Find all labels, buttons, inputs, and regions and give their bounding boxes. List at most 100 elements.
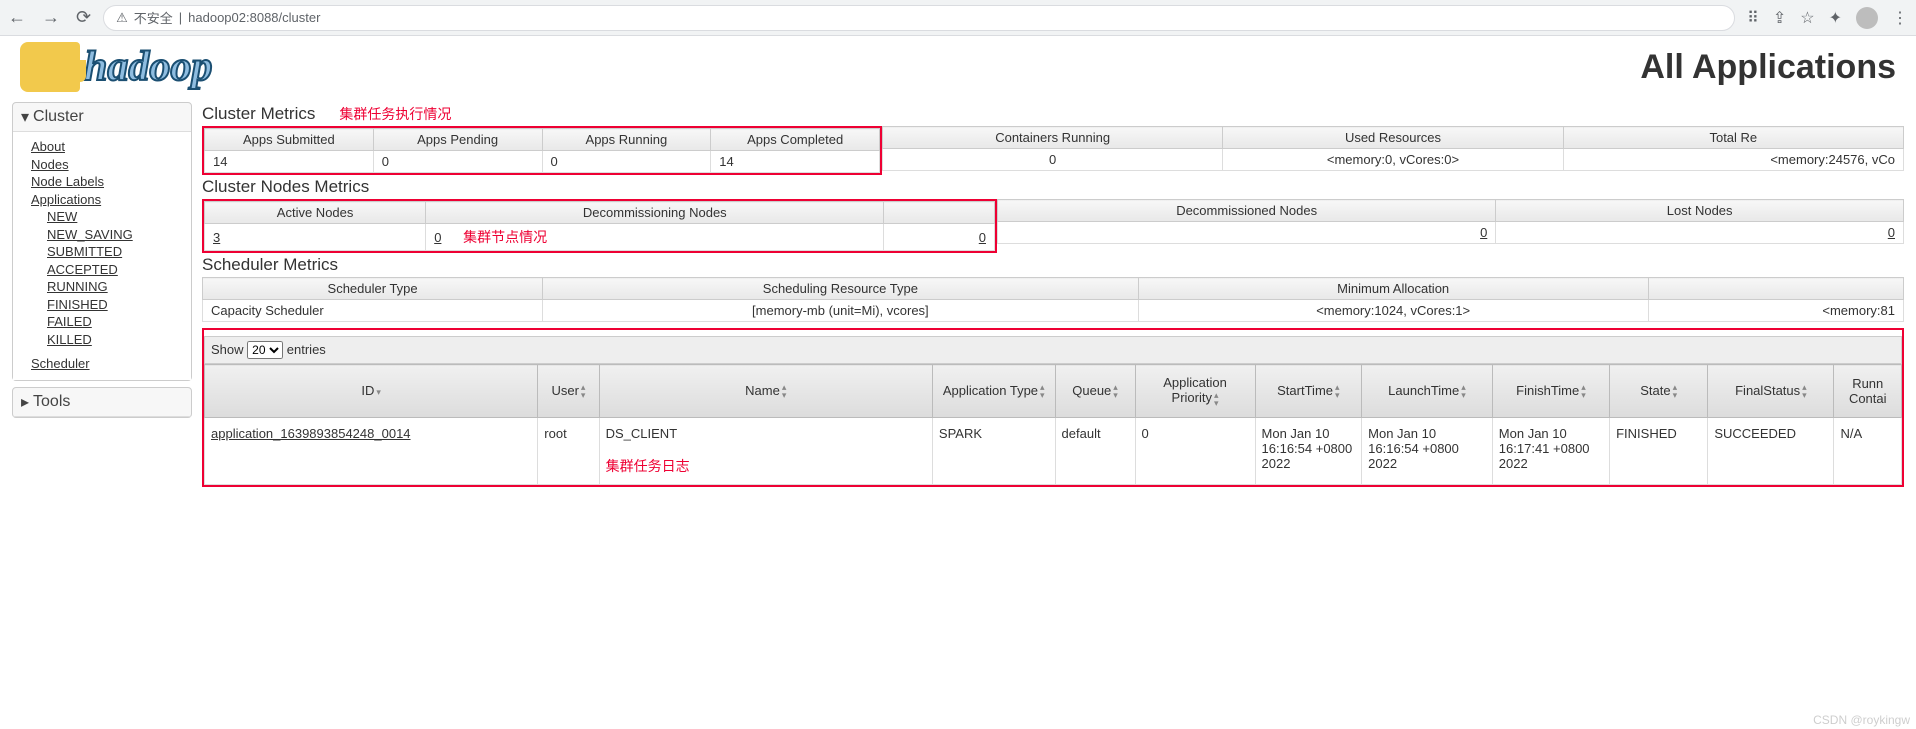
td-scheduler-type: Capacity Scheduler <box>203 300 543 322</box>
collapse-icon: ▾ <box>21 107 29 127</box>
td-finish: Mon Jan 10 16:17:41 +0800 2022 <box>1492 417 1609 484</box>
menu-icon[interactable]: ⋮ <box>1892 8 1908 28</box>
url-text: hadoop02:8088/cluster <box>188 10 320 25</box>
th-running-containers[interactable]: Runn Contai <box>1834 365 1902 418</box>
td-state: FINISHED <box>1610 417 1708 484</box>
th-apps-completed: Apps Completed <box>711 129 880 151</box>
th-decommissioned-nodes: Decommissioned Nodes <box>998 200 1496 222</box>
sidebar-about[interactable]: About <box>31 138 181 156</box>
page-title: All Applications <box>1640 48 1896 87</box>
td-queue: default <box>1055 417 1135 484</box>
th-min-alloc: Minimum Allocation <box>1138 278 1648 300</box>
td-resource-type: [memory-mb (unit=Mi), vcores] <box>543 300 1138 322</box>
sidebar-applications[interactable]: Applications <box>31 191 181 209</box>
translate-icon[interactable]: ⠿ <box>1747 8 1759 28</box>
td-max-alloc: <memory:81 <box>1648 300 1903 322</box>
application-id-link[interactable]: application_1639893854248_0014 <box>211 426 411 441</box>
main-content: Cluster Metrics 集群任务执行情况 Apps Submitted … <box>202 102 1904 487</box>
sidebar-node-labels[interactable]: Node Labels <box>31 173 181 191</box>
bookmark-icon[interactable]: ☆ <box>1800 8 1814 28</box>
forward-button[interactable]: → <box>42 7 60 28</box>
td-running-containers: N/A <box>1834 417 1902 484</box>
expand-icon: ▸ <box>21 392 29 412</box>
sidebar-scheduler[interactable]: Scheduler <box>31 355 181 373</box>
active-nodes-link[interactable]: 3 <box>213 230 220 245</box>
th-apps-running: Apps Running <box>542 129 711 151</box>
sidebar-state-new-saving[interactable]: NEW_SAVING <box>47 226 181 244</box>
decommissioned-link[interactable]: 0 <box>1480 225 1487 240</box>
sidebar-state-new[interactable]: NEW <box>47 208 181 226</box>
entries-select[interactable]: 20 <box>247 341 283 359</box>
tools-section-header[interactable]: ▸ Tools <box>13 388 191 417</box>
td-containers-running: 0 <box>883 149 1223 171</box>
sidebar-state-finished[interactable]: FINISHED <box>47 296 181 314</box>
cluster-metrics-table-left: Apps Submitted Apps Pending Apps Running… <box>204 128 880 173</box>
td-user: root <box>538 417 599 484</box>
entries-control: Show 20 entries <box>204 336 1902 364</box>
th-resource-type: Scheduling Resource Type <box>543 278 1138 300</box>
sidebar-state-accepted[interactable]: ACCEPTED <box>47 261 181 279</box>
th-user[interactable]: User▴▾ <box>538 365 599 418</box>
elephant-icon <box>20 42 80 92</box>
lost-nodes-link[interactable]: 0 <box>1888 225 1895 240</box>
th-finalstatus[interactable]: FinalStatus▴▾ <box>1708 365 1834 418</box>
td-used-resources: <memory:0, vCores:0> <box>1223 149 1563 171</box>
address-bar[interactable]: ⚠ 不安全 | hadoop02:8088/cluster <box>103 5 1735 31</box>
nodes-metrics-table-left: Active Nodes Decommissioning Nodes 3 0 集… <box>204 201 995 251</box>
td-min-alloc: <memory:1024, vCores:1> <box>1138 300 1648 322</box>
cluster-section-header[interactable]: ▾ Cluster <box>13 103 191 132</box>
nodes-annotation: 集群节点情况 <box>463 229 547 245</box>
th-lost-nodes: Lost Nodes <box>1496 200 1904 222</box>
browser-toolbar: ← → ⟳ ⚠ 不安全 | hadoop02:8088/cluster ⠿ ⇪ … <box>0 0 1916 36</box>
extensions-icon[interactable]: ✦ <box>1829 8 1842 28</box>
td-finalstatus: SUCCEEDED <box>1708 417 1834 484</box>
th-apps-pending: Apps Pending <box>373 129 542 151</box>
nodes-metrics-table-right: Decommissioned Nodes Lost Nodes 0 0 <box>997 199 1904 244</box>
nodes-metrics-title: Cluster Nodes Metrics <box>202 177 1904 197</box>
applications-table: ID▾ User▴▾ Name▴▾ Application Type▴▾ Que… <box>204 364 1902 485</box>
decommissioning2-link[interactable]: 0 <box>979 230 986 245</box>
th-launch[interactable]: LaunchTime▴▾ <box>1362 365 1493 418</box>
apps-annotation: 集群任务日志 <box>606 458 690 474</box>
watermark: CSDN @roykingw <box>1813 713 1910 727</box>
sidebar-state-killed[interactable]: KILLED <box>47 331 181 349</box>
th-apps-submitted: Apps Submitted <box>205 129 374 151</box>
insecure-label: 不安全 <box>134 8 173 27</box>
profile-avatar[interactable] <box>1856 7 1878 29</box>
back-button[interactable]: ← <box>8 7 26 28</box>
td-apptype: SPARK <box>932 417 1055 484</box>
share-icon[interactable]: ⇪ <box>1773 8 1786 28</box>
th-queue[interactable]: Queue▴▾ <box>1055 365 1135 418</box>
th-id[interactable]: ID▾ <box>205 365 538 418</box>
th-priority[interactable]: Application Priority▴▾ <box>1135 365 1255 418</box>
th-total-resources: Total Re <box>1563 127 1903 149</box>
td-apps-completed: 14 <box>711 151 880 173</box>
hadoop-logo: hadoop <box>20 42 212 92</box>
th-finish[interactable]: FinishTime▴▾ <box>1492 365 1609 418</box>
reload-button[interactable]: ⟳ <box>76 7 91 28</box>
td-total-resources: <memory:24576, vCo <box>1563 149 1903 171</box>
td-start: Mon Jan 10 16:16:54 +0800 2022 <box>1255 417 1362 484</box>
th-start[interactable]: StartTime▴▾ <box>1255 365 1362 418</box>
sidebar-state-failed[interactable]: FAILED <box>47 313 181 331</box>
decommissioning-link[interactable]: 0 <box>434 230 441 245</box>
th-apptype[interactable]: Application Type▴▾ <box>932 365 1055 418</box>
td-apps-submitted: 14 <box>205 151 374 173</box>
cluster-metrics-annotation: 集群任务执行情况 <box>339 104 451 124</box>
sidebar: ▾ Cluster About Nodes Node Labels Applic… <box>12 102 192 487</box>
insecure-icon: ⚠ <box>116 10 128 26</box>
th-containers-running: Containers Running <box>883 127 1223 149</box>
scheduler-metrics-title: Scheduler Metrics <box>202 255 1904 275</box>
td-priority: 0 <box>1135 417 1255 484</box>
td-name: DS_CLIENT 集群任务日志 <box>599 417 932 484</box>
th-active-nodes: Active Nodes <box>205 202 426 224</box>
td-launch: Mon Jan 10 16:16:54 +0800 2022 <box>1362 417 1493 484</box>
cluster-metrics-table-right: Containers Running Used Resources Total … <box>882 126 1904 171</box>
th-used-resources: Used Resources <box>1223 127 1563 149</box>
th-scheduler-type: Scheduler Type <box>203 278 543 300</box>
sidebar-nodes[interactable]: Nodes <box>31 156 181 174</box>
sidebar-state-submitted[interactable]: SUBMITTED <box>47 243 181 261</box>
sidebar-state-running[interactable]: RUNNING <box>47 278 181 296</box>
th-state[interactable]: State▴▾ <box>1610 365 1708 418</box>
th-name[interactable]: Name▴▾ <box>599 365 932 418</box>
